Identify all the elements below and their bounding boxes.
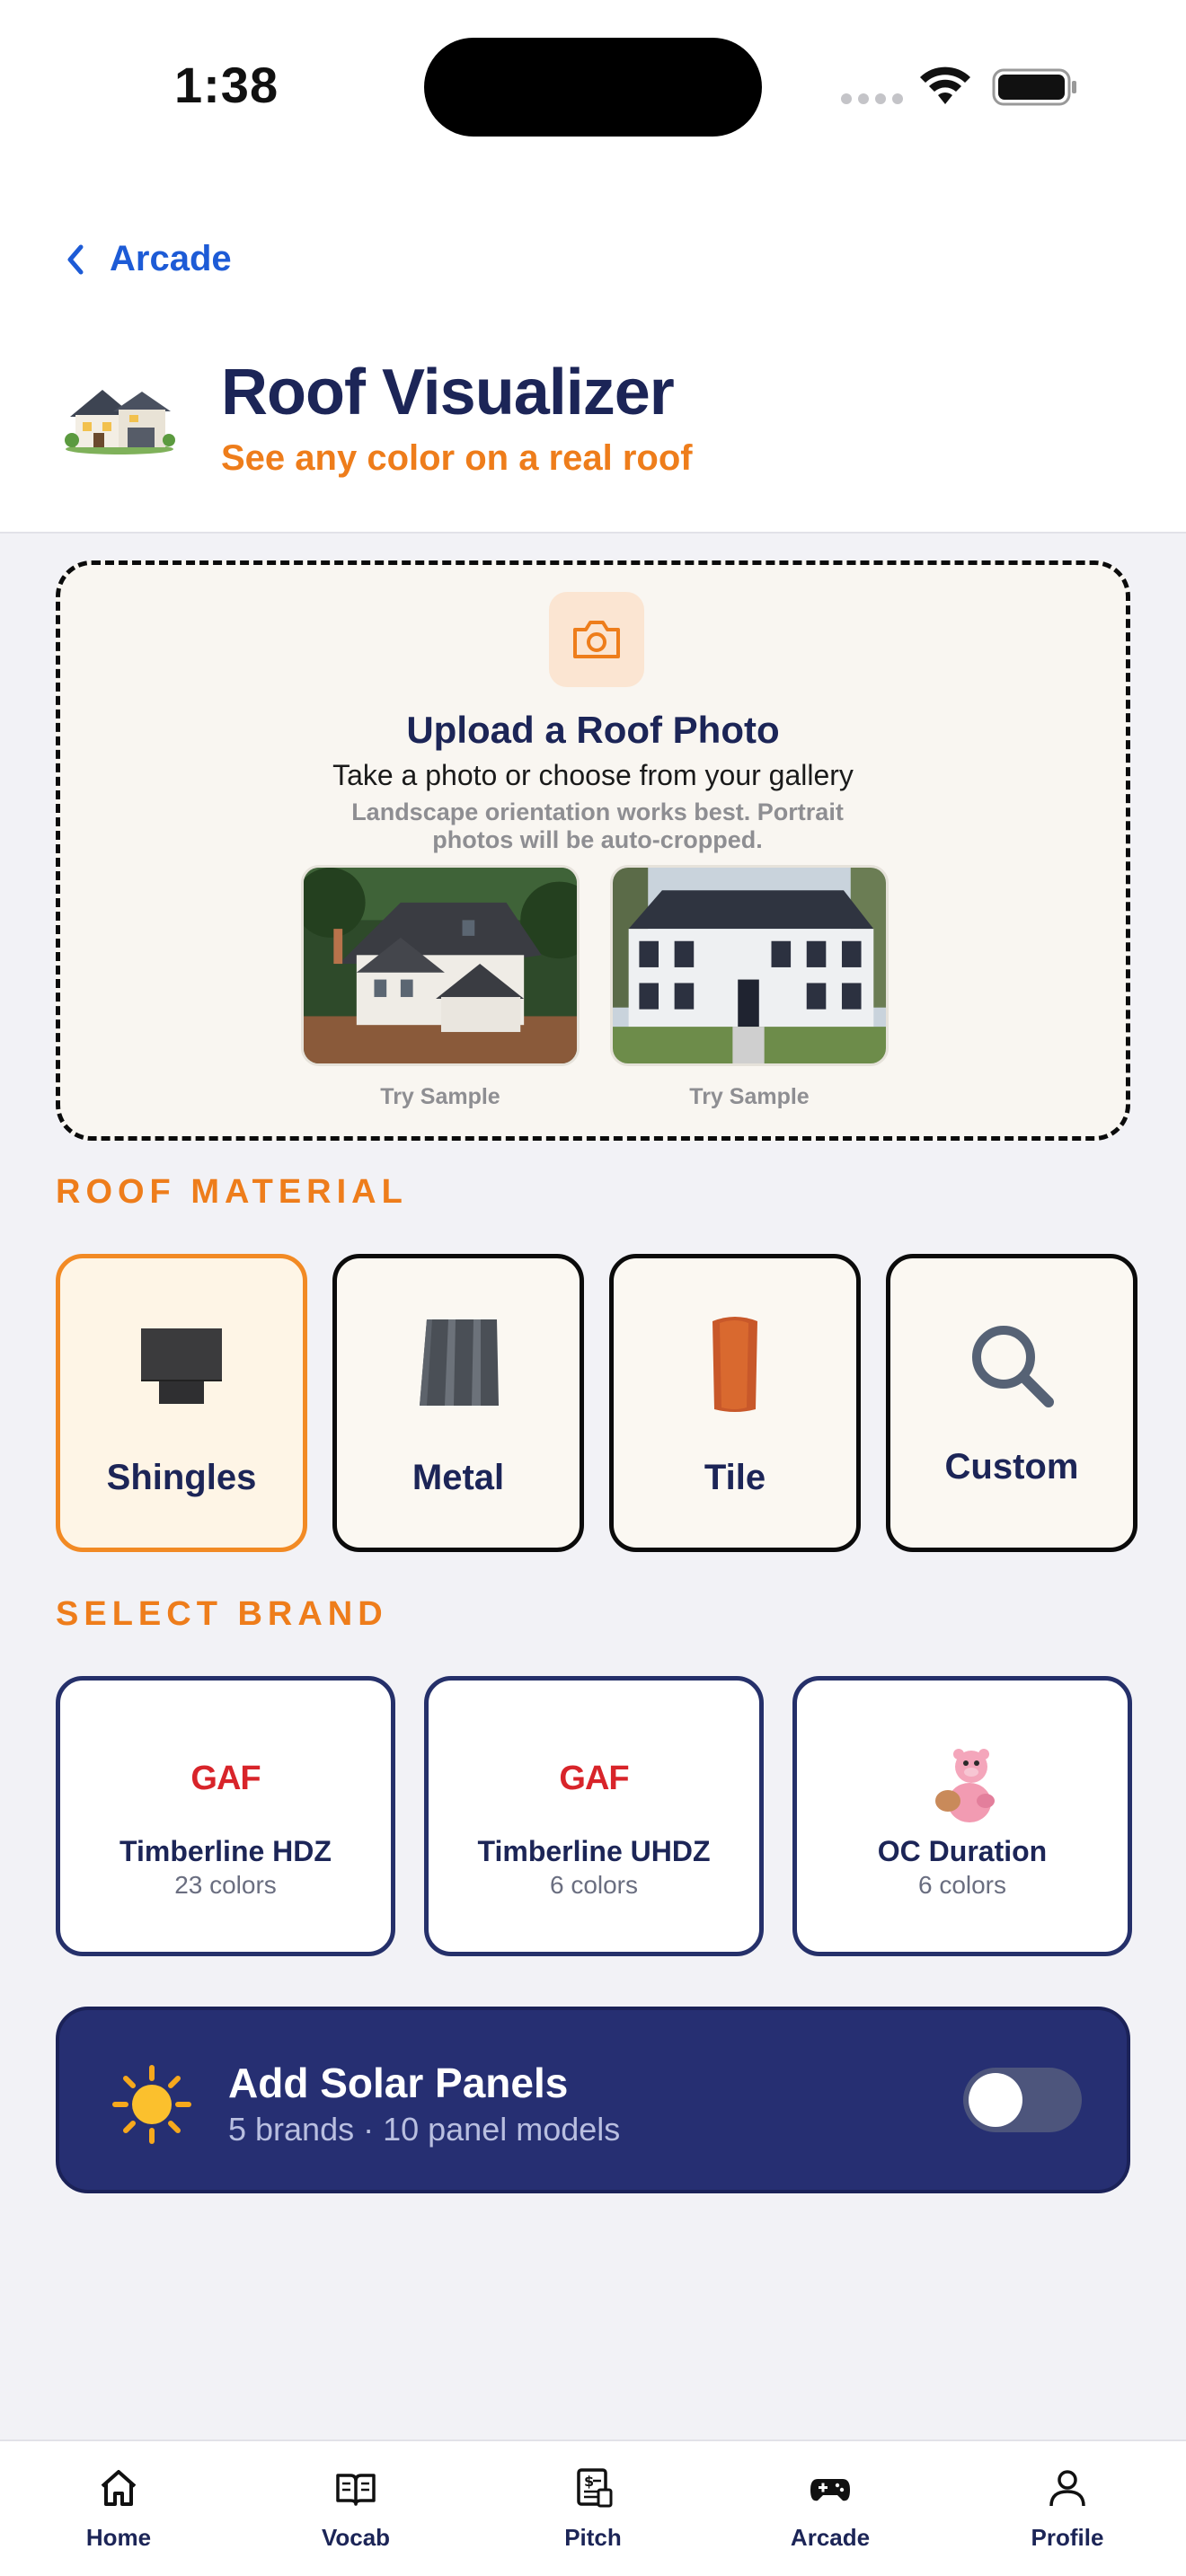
tab-arcade[interactable]: Arcade	[712, 2441, 949, 2576]
upload-photo-card[interactable]: Upload a Roof Photo Take a photo or choo…	[56, 560, 1130, 1141]
chevron-left-icon	[67, 244, 84, 274]
upload-title: Upload a Roof Photo	[406, 709, 780, 751]
roof-material-options: Shingles Metal Tile Custom	[56, 1254, 1137, 1552]
material-option-tile[interactable]: Tile	[609, 1254, 861, 1552]
pink-panther-mascot-icon	[935, 1749, 995, 1822]
material-label: Metal	[412, 1458, 505, 1497]
back-button[interactable]: Arcade	[63, 239, 232, 279]
cellular-signal-icon	[841, 93, 903, 104]
page-subtitle: See any color on a real roof	[221, 438, 693, 478]
sample-photo-1[interactable]: Try Sample	[301, 865, 580, 1110]
solar-subtitle: 5 brands · 10 panel models	[228, 2111, 621, 2148]
page-title: Roof Visualizer	[221, 357, 675, 428]
brand-color-count: 23 colors	[174, 1871, 277, 1899]
material-label: Shingles	[106, 1458, 257, 1497]
brand-option-timberline-hdz[interactable]: GAF Timberline HDZ 23 colors	[56, 1676, 395, 1956]
wifi-icon	[920, 66, 970, 104]
status-time: 1:38	[174, 57, 279, 113]
tab-pitch[interactable]: $ Pitch	[474, 2441, 712, 2576]
material-option-custom[interactable]: Custom	[886, 1254, 1137, 1552]
tab-label: Profile	[1031, 2524, 1104, 2551]
solar-panels-card: Add Solar Panels 5 brands · 10 panel mod…	[56, 2007, 1130, 2193]
tab-home[interactable]: Home	[0, 2441, 237, 2576]
battery-icon	[992, 68, 1076, 106]
tab-label: Vocab	[321, 2524, 391, 2551]
tab-profile[interactable]: Profile	[949, 2441, 1186, 2576]
material-label: Tile	[704, 1458, 766, 1497]
gaf-logo: GAF	[190, 1760, 261, 1797]
material-label: Custom	[944, 1447, 1079, 1486]
upload-hint: Landscape orientation works best. Portra…	[351, 798, 844, 853]
house-logo-icon	[65, 390, 175, 454]
svg-text:$: $	[584, 2473, 594, 2490]
tab-label: Arcade	[790, 2524, 871, 2551]
sample-photo-2[interactable]: Try Sample	[610, 865, 889, 1110]
tab-vocab[interactable]: Vocab	[237, 2441, 474, 2576]
brand-color-count: 6 colors	[549, 1871, 639, 1899]
sample-image-colonial-house	[610, 865, 889, 1066]
sample-label: Try Sample	[380, 1084, 500, 1109]
solar-toggle[interactable]	[963, 2068, 1082, 2132]
select-brand-heading: SELECT BRAND	[56, 1595, 388, 1633]
toggle-knob	[969, 2073, 1022, 2127]
tab-label: Home	[85, 2524, 152, 2551]
upload-subtitle: Take a photo or choose from your gallery	[332, 759, 854, 791]
brand-name: Timberline HDZ	[119, 1835, 332, 1867]
header-area: 1:38 Arcade Roof Visualizer See any colo…	[0, 0, 1186, 534]
gamepad-icon	[810, 2479, 850, 2501]
clay-tile-icon	[712, 1317, 757, 1412]
roof-material-heading: ROOF MATERIAL	[56, 1173, 408, 1211]
home-icon	[101, 2470, 137, 2506]
sample-label: Try Sample	[689, 1084, 810, 1109]
dynamic-island	[424, 38, 762, 137]
search-icon	[972, 1326, 1054, 1407]
material-option-shingles[interactable]: Shingles	[56, 1254, 307, 1552]
brand-options: GAF Timberline HDZ 23 colors GAF Timberl…	[56, 1676, 1132, 1956]
camera-icon-box	[549, 592, 644, 687]
brand-name: Timberline UHDZ	[477, 1835, 711, 1867]
gaf-logo: GAF	[559, 1760, 629, 1797]
sample-image-victorian-house	[301, 865, 580, 1066]
person-icon	[1049, 2470, 1085, 2507]
tab-bar: Home Vocab $ Pitch Arcade Profile	[0, 2439, 1186, 2576]
brand-name: OC Duration	[877, 1835, 1048, 1867]
document-icon: $	[577, 2468, 613, 2508]
tab-label: Pitch	[564, 2524, 622, 2551]
metal-panel-icon	[420, 1319, 499, 1406]
sun-icon	[112, 2065, 191, 2144]
brand-option-oc-duration[interactable]: OC Duration 6 colors	[792, 1676, 1132, 1956]
camera-icon	[573, 621, 620, 658]
shingles-icon	[141, 1328, 222, 1404]
material-option-metal[interactable]: Metal	[332, 1254, 584, 1552]
brand-option-timberline-uhdz[interactable]: GAF Timberline UHDZ 6 colors	[424, 1676, 764, 1956]
book-icon	[336, 2474, 376, 2506]
brand-color-count: 6 colors	[917, 1871, 1007, 1899]
back-label: Arcade	[110, 239, 232, 278]
solar-title: Add Solar Panels	[228, 2060, 569, 2106]
